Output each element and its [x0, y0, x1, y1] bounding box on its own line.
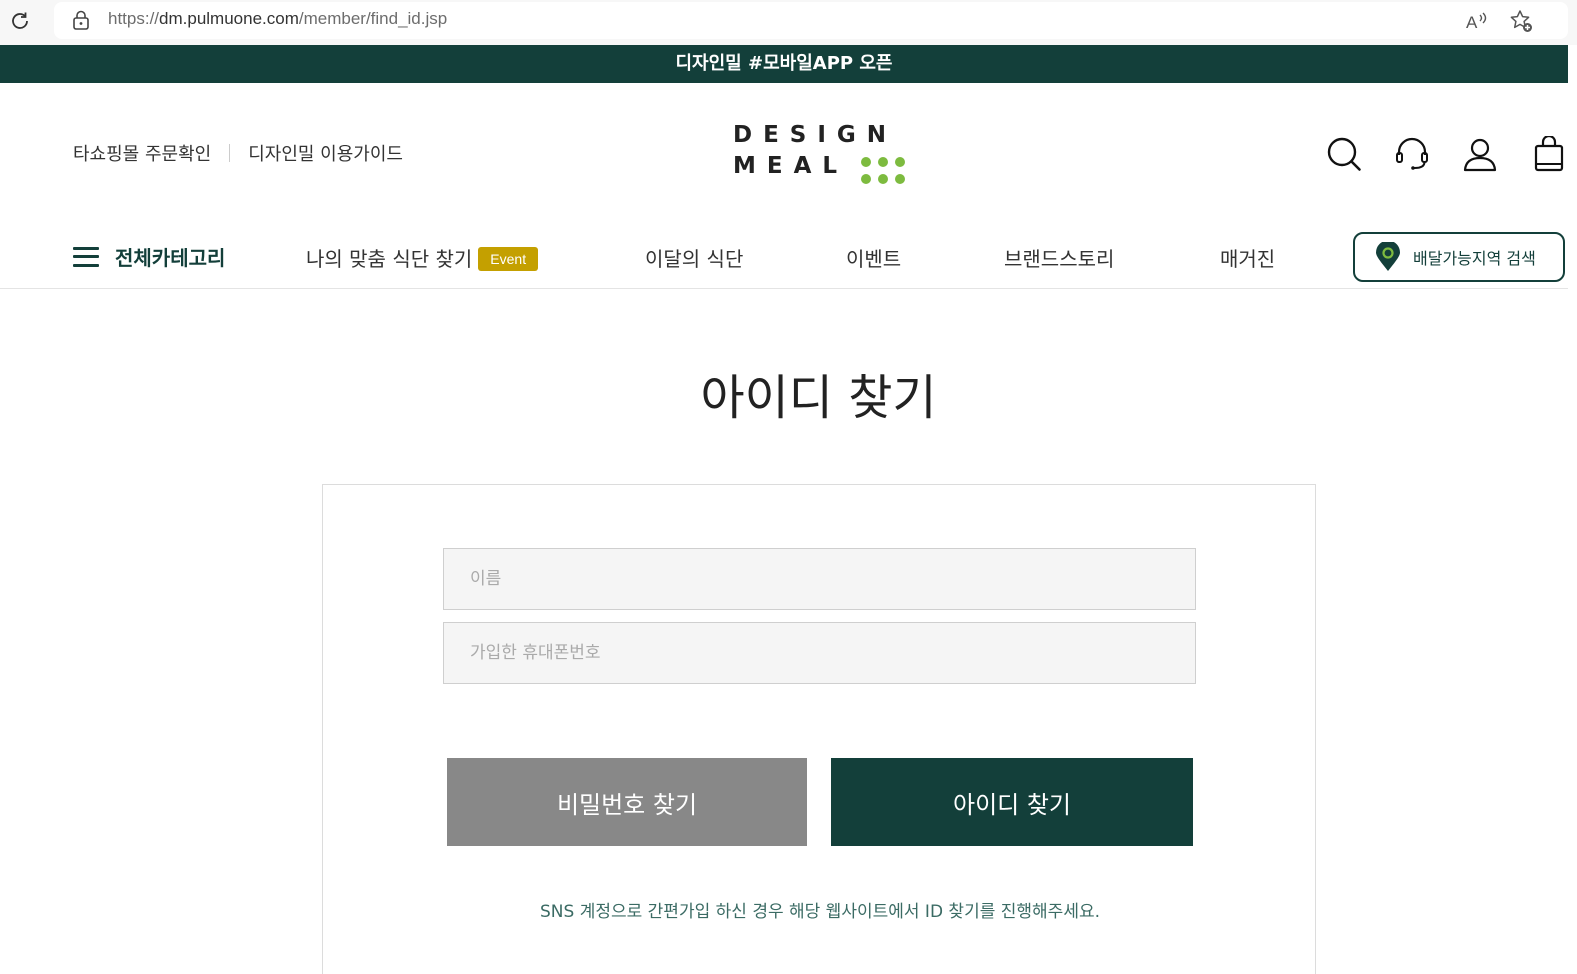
- name-input[interactable]: [443, 548, 1196, 610]
- browser-toolbar: https://dm.pulmuone.com/member/find_id.j…: [0, 0, 1577, 45]
- url-scheme: https://: [108, 9, 160, 28]
- event-badge: Event: [478, 247, 539, 271]
- divider: [229, 144, 231, 162]
- header-util-links: 타쇼핑몰 주문확인 디자인밀 이용가이드: [73, 140, 403, 166]
- reload-icon[interactable]: [8, 9, 32, 33]
- promo-banner[interactable]: 디자인밀 #모바일APP 오픈: [0, 45, 1568, 83]
- add-favorite-icon[interactable]: [1508, 8, 1534, 34]
- lock-icon[interactable]: [72, 10, 90, 30]
- svg-text:A: A: [1466, 13, 1478, 32]
- main-nav: 전체카테고리 나의 맞춤 식단 찾기 Event 이달의 식단 이벤트 브랜드스토…: [0, 226, 1568, 289]
- nav-item-label: 나의 맞춤 식단 찾기: [306, 247, 473, 271]
- phone-input[interactable]: [443, 622, 1196, 684]
- search-icon[interactable]: [1326, 136, 1362, 172]
- sns-notice: SNS 계정으로 간편가입 하신 경우 해당 웹사이트에서 ID 찾기를 진행해…: [540, 902, 1100, 922]
- delivery-area-search-button[interactable]: 배달가능지역 검색: [1353, 232, 1565, 282]
- delivery-area-label: 배달가능지역 검색: [1413, 249, 1536, 268]
- find-password-button[interactable]: 비밀번호 찾기: [447, 758, 807, 846]
- other-mall-order-link[interactable]: 타쇼핑몰 주문확인: [73, 140, 211, 166]
- url-text[interactable]: https://dm.pulmuone.com/member/find_id.j…: [108, 9, 447, 29]
- all-categories-button[interactable]: 전체카테고리: [73, 242, 225, 271]
- shopping-bag-icon[interactable]: [1531, 136, 1567, 172]
- page-title: 아이디 찾기: [700, 370, 937, 426]
- usage-guide-link[interactable]: 디자인밀 이용가이드: [248, 140, 403, 166]
- logo-line1: DESIGN: [733, 122, 897, 148]
- design-meal-logo[interactable]: DESIGN MEAL: [733, 122, 908, 188]
- nav-item-my-diet-finder[interactable]: 나의 맞춤 식단 찾기 Event: [306, 243, 539, 272]
- nav-item-magazine[interactable]: 매거진: [1220, 243, 1275, 272]
- nav-item-brand-story[interactable]: 브랜드스토리: [1004, 243, 1114, 272]
- nav-item-event[interactable]: 이벤트: [846, 243, 901, 272]
- location-pin-icon: [1376, 242, 1400, 271]
- logo-dots: [861, 157, 905, 184]
- user-icon[interactable]: [1462, 136, 1498, 172]
- find-id-button[interactable]: 아이디 찾기: [831, 758, 1193, 846]
- logo-line2: MEAL: [733, 153, 848, 179]
- url-domain: dm.pulmuone.com: [159, 9, 299, 28]
- url-path: /member/find_id.jsp: [298, 9, 448, 28]
- all-categories-label: 전체카테고리: [115, 246, 226, 270]
- nav-item-monthly-diet[interactable]: 이달의 식단: [645, 243, 743, 272]
- headset-icon[interactable]: [1394, 136, 1430, 172]
- read-aloud-icon[interactable]: A: [1464, 8, 1490, 34]
- find-id-form: 비밀번호 찾기 아이디 찾기 SNS 계정으로 간편가입 하신 경우 해당 웹사…: [322, 484, 1316, 974]
- hamburger-icon: [73, 246, 99, 267]
